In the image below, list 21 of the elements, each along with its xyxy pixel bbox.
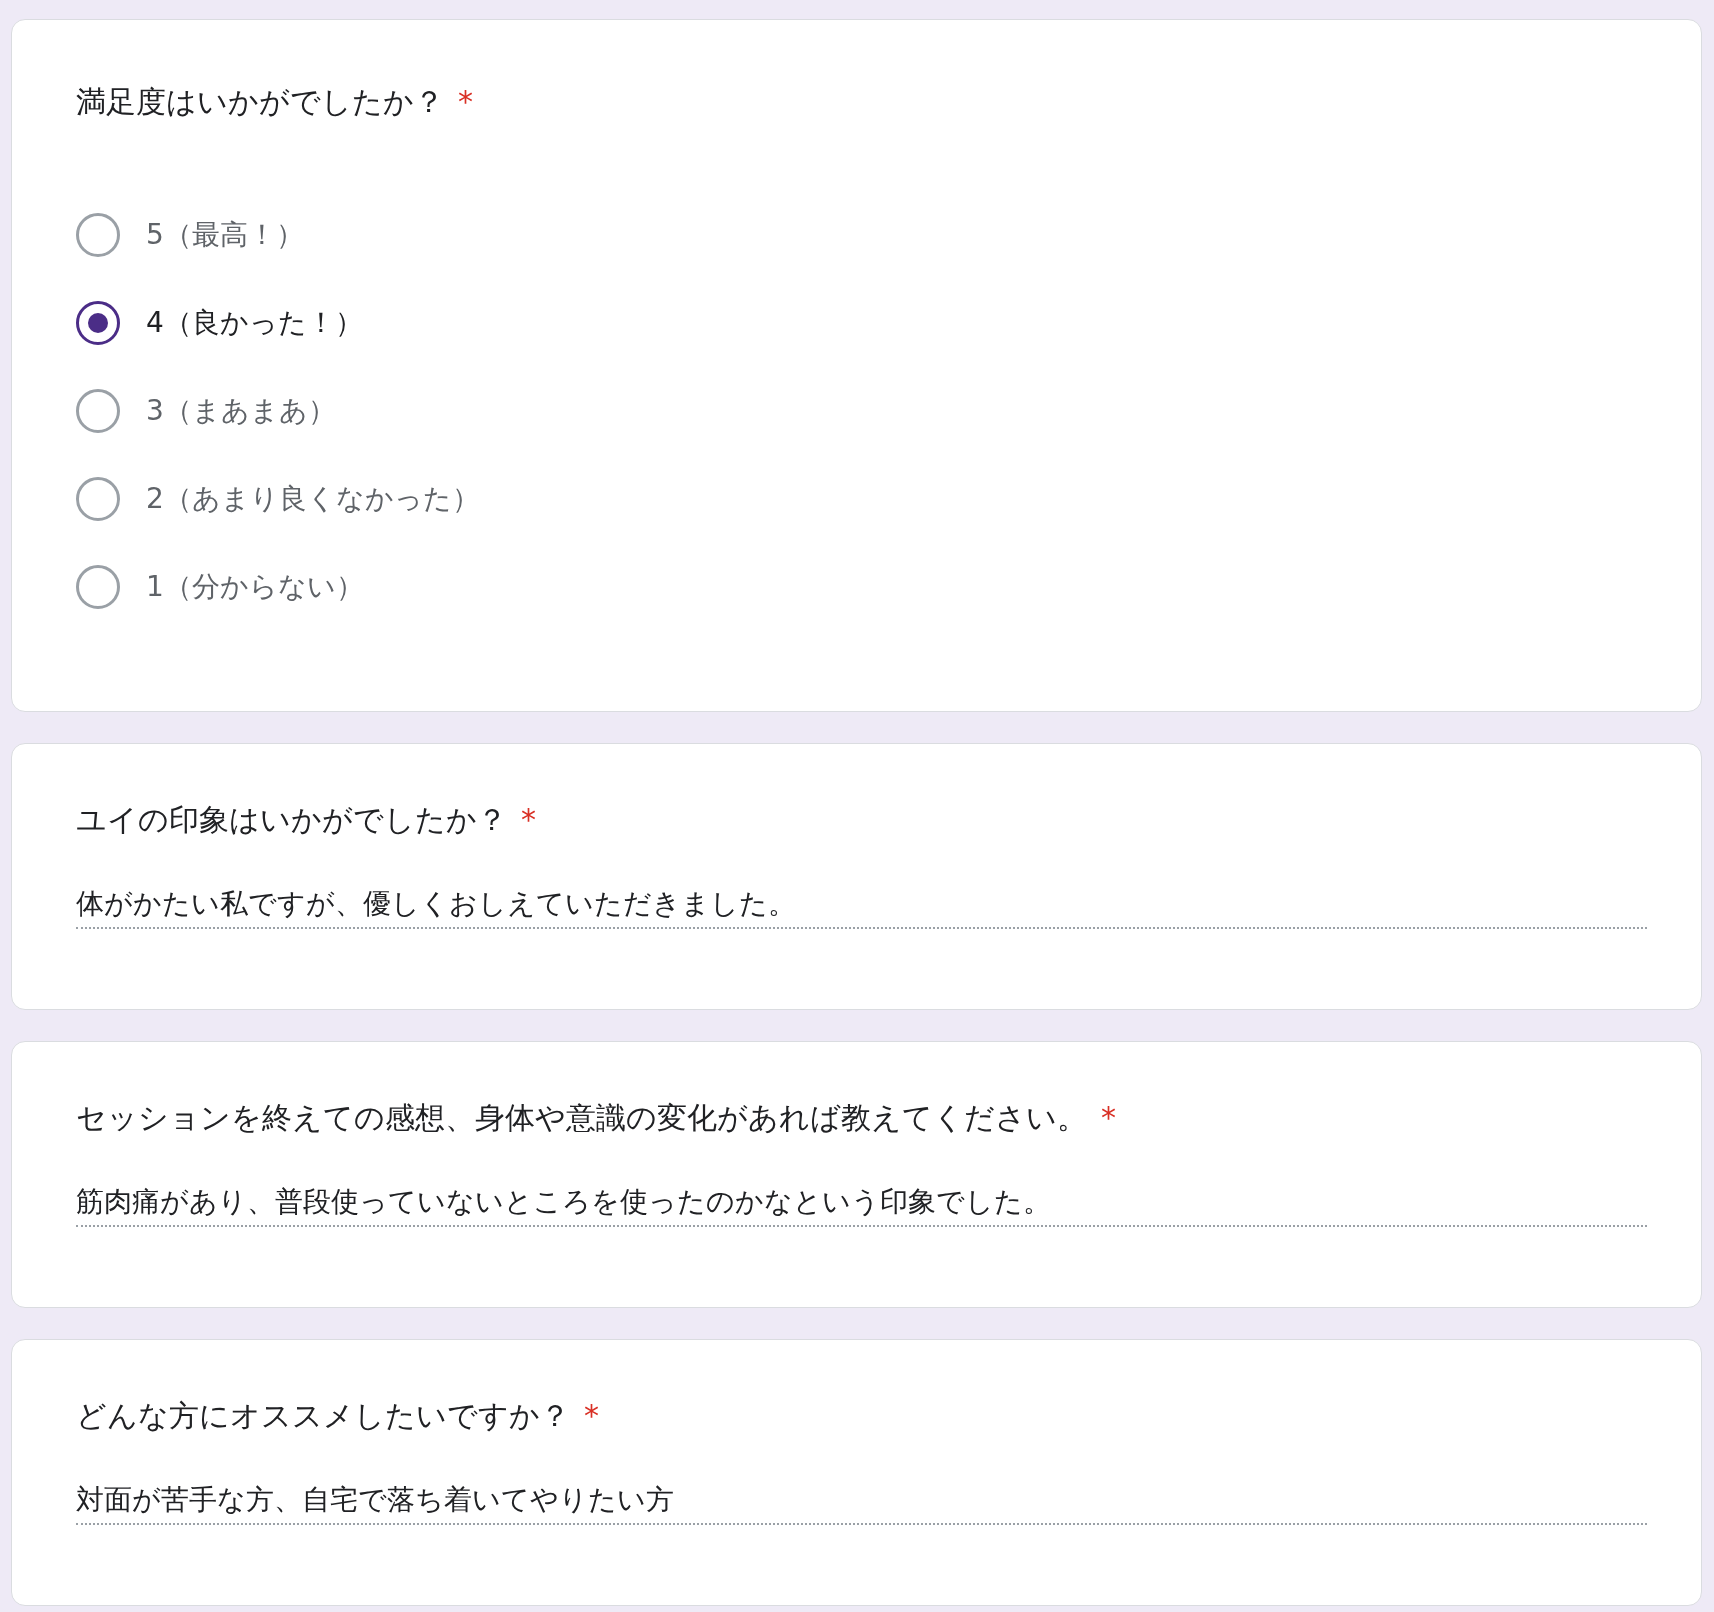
option-label[interactable]: 1（分からない） <box>146 568 364 606</box>
question-title: セッションを終えての感想、身体や意識の変化があれば教えてください。 <box>76 1099 1087 1137</box>
option-label[interactable]: 2（あまり良くなかった） <box>146 480 480 518</box>
option-label[interactable]: 3（まあまあ） <box>146 392 336 430</box>
question-title: ユイの印象はいかがでしたか？ <box>76 801 507 839</box>
radio-button[interactable] <box>76 213 120 257</box>
required-mark: * <box>1101 1099 1116 1137</box>
radio-button[interactable] <box>76 565 120 609</box>
radio-button[interactable] <box>76 301 120 345</box>
answer-field[interactable]: 筋肉痛があり、普段使っていないところを使ったのかなという印象でした。 <box>76 1182 1647 1227</box>
question-title: どんな方にオススメしたいですか？ <box>76 1397 570 1435</box>
radio-button[interactable] <box>76 477 120 521</box>
option-label[interactable]: 4（良かった！） <box>146 304 363 342</box>
required-mark: * <box>584 1397 599 1435</box>
question-title: 満足度はいかがでしたか？ <box>76 83 444 121</box>
answer-field[interactable]: 対面が苦手な方、自宅で落ち着いてやりたい方 <box>76 1480 1647 1525</box>
option-label[interactable]: 5（最高！） <box>146 216 304 254</box>
answer-field[interactable]: 体がかたい私ですが、優しくおしえていただきました。 <box>76 884 1647 929</box>
required-mark: * <box>521 801 536 839</box>
radio-button[interactable] <box>76 389 120 433</box>
required-mark: * <box>458 83 473 121</box>
